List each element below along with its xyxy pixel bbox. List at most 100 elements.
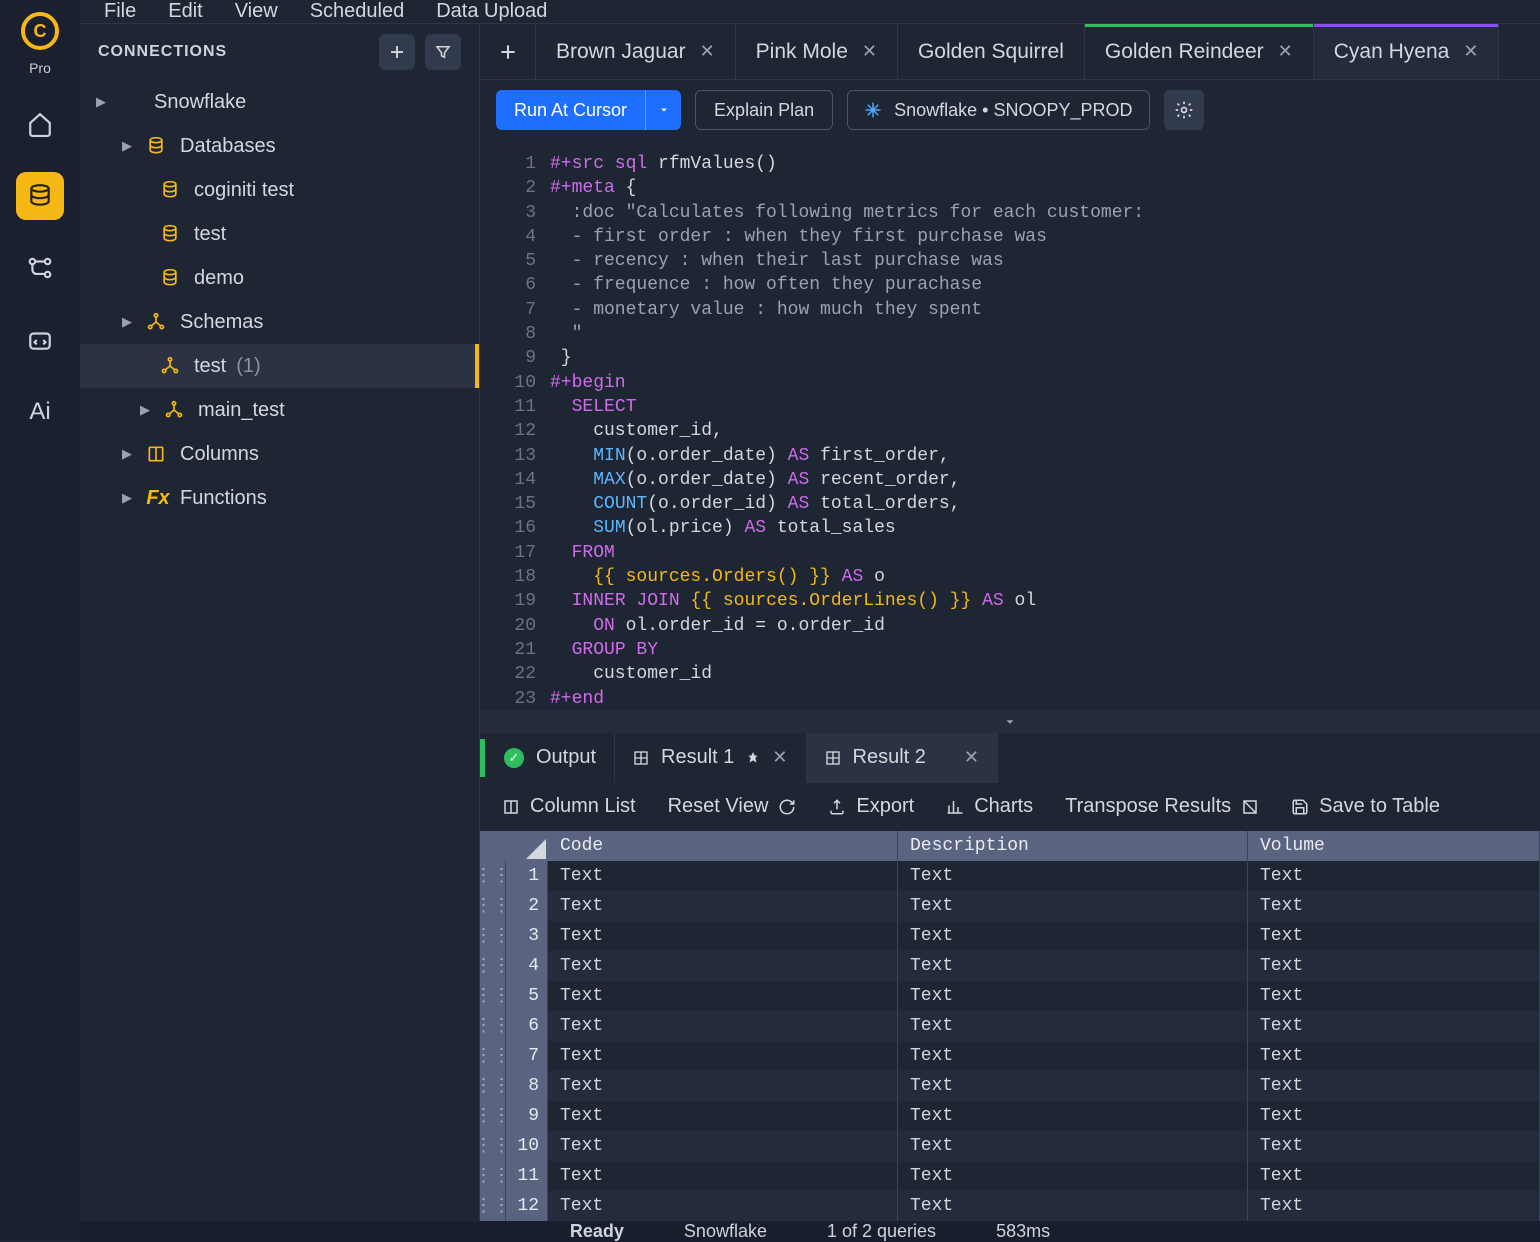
cell[interactable]: Text [898, 921, 1248, 951]
column-header[interactable]: Description [898, 831, 1248, 861]
editor-tab[interactable]: Pink Mole✕ [736, 24, 898, 79]
close-icon[interactable]: ✕ [1463, 41, 1478, 62]
cell[interactable]: Text [548, 1071, 898, 1101]
table-row[interactable]: ⋮⋮4TextTextText [480, 951, 1540, 981]
drag-handle-icon[interactable]: ⋮⋮ [480, 1071, 506, 1101]
drag-handle-icon[interactable]: ⋮⋮ [480, 891, 506, 921]
cell[interactable]: Text [1248, 981, 1540, 1011]
drag-handle-icon[interactable]: ⋮⋮ [480, 1131, 506, 1161]
tree-db-demo[interactable]: demo [80, 256, 479, 300]
cell[interactable]: Text [898, 1071, 1248, 1101]
tree-schemas[interactable]: ▶ Schemas [80, 300, 479, 344]
cell[interactable]: Text [898, 1161, 1248, 1191]
rail-database[interactable] [16, 172, 64, 220]
cell[interactable]: Text [1248, 1161, 1540, 1191]
cell[interactable]: Text [1248, 921, 1540, 951]
drag-handle-icon[interactable]: ⋮⋮ [480, 981, 506, 1011]
tree-schema-maintest[interactable]: ▶ main_test [80, 388, 479, 432]
run-dropdown[interactable] [645, 90, 681, 130]
code-area[interactable]: #+src sql rfmValues()#+meta { :doc "Calc… [550, 152, 1540, 711]
explain-plan-button[interactable]: Explain Plan [695, 90, 833, 130]
rail-home[interactable] [16, 100, 64, 148]
code-editor[interactable]: 1234567891011121314151617181920212223 #+… [480, 140, 1540, 711]
menu-scheduled[interactable]: Scheduled [310, 0, 405, 23]
filter-button[interactable] [425, 34, 461, 70]
drag-handle-icon[interactable]: ⋮⋮ [480, 1011, 506, 1041]
column-header[interactable]: Volume [1248, 831, 1540, 861]
editor-tab[interactable]: Golden Reindeer✕ [1085, 24, 1314, 79]
drag-handle-icon[interactable]: ⋮⋮ [480, 1161, 506, 1191]
rail-snippets[interactable] [16, 316, 64, 364]
table-row[interactable]: ⋮⋮7TextTextText [480, 1041, 1540, 1071]
cell[interactable]: Text [548, 1101, 898, 1131]
cell[interactable]: Text [1248, 951, 1540, 981]
add-connection-button[interactable] [379, 34, 415, 70]
cell[interactable]: Text [1248, 1101, 1540, 1131]
cell[interactable]: Text [898, 891, 1248, 921]
cell[interactable]: Text [548, 1131, 898, 1161]
result-tab-output[interactable]: ✓ Output [480, 733, 615, 783]
table-row[interactable]: ⋮⋮3TextTextText [480, 921, 1540, 951]
cell[interactable]: Text [548, 951, 898, 981]
cell[interactable]: Text [548, 891, 898, 921]
cell[interactable]: Text [898, 981, 1248, 1011]
result-tab-2[interactable]: Result 2 ✕ [807, 733, 998, 783]
pin-icon[interactable] [938, 751, 952, 765]
cell[interactable]: Text [1248, 1131, 1540, 1161]
rail-pipeline[interactable] [16, 244, 64, 292]
drag-handle-icon[interactable]: ⋮⋮ [480, 921, 506, 951]
cell[interactable]: Text [898, 1101, 1248, 1131]
cell[interactable]: Text [1248, 891, 1540, 921]
cell[interactable]: Text [548, 981, 898, 1011]
column-header[interactable]: Code [548, 831, 898, 861]
result-tab-1[interactable]: Result 1 ✕ [615, 733, 806, 783]
pin-icon[interactable] [746, 751, 760, 765]
charts-button[interactable]: Charts [946, 795, 1033, 818]
pane-divider[interactable] [480, 711, 1540, 733]
cell[interactable]: Text [898, 1011, 1248, 1041]
editor-tab[interactable]: Golden Squirrel [898, 24, 1085, 79]
tree-columns[interactable]: ▶ Columns [80, 432, 479, 476]
cell[interactable]: Text [548, 1161, 898, 1191]
table-row[interactable]: ⋮⋮10TextTextText [480, 1131, 1540, 1161]
tree-db-coginiti[interactable]: coginiti test [80, 168, 479, 212]
tree-schema-test[interactable]: test (1) [80, 344, 479, 388]
cell[interactable]: Text [1248, 1191, 1540, 1221]
tree-db-test[interactable]: test [80, 212, 479, 256]
table-row[interactable]: ⋮⋮6TextTextText [480, 1011, 1540, 1041]
drag-handle-icon[interactable]: ⋮⋮ [480, 951, 506, 981]
run-button[interactable]: Run At Cursor [496, 90, 681, 130]
close-icon[interactable]: ✕ [964, 747, 979, 768]
cell[interactable]: Text [898, 1041, 1248, 1071]
table-row[interactable]: ⋮⋮5TextTextText [480, 981, 1540, 1011]
column-list-button[interactable]: Column List [502, 795, 636, 818]
table-row[interactable]: ⋮⋮8TextTextText [480, 1071, 1540, 1101]
editor-tab[interactable]: Cyan Hyena✕ [1314, 24, 1500, 79]
cell[interactable]: Text [898, 1191, 1248, 1221]
menu-dataupload[interactable]: Data Upload [436, 0, 547, 23]
result-grid[interactable]: CodeDescriptionVolume⋮⋮1TextTextText⋮⋮2T… [480, 831, 1540, 1221]
cell[interactable]: Text [1248, 861, 1540, 891]
close-icon[interactable]: ✕ [862, 41, 877, 62]
menu-edit[interactable]: Edit [168, 0, 202, 23]
cell[interactable]: Text [548, 1041, 898, 1071]
cell[interactable]: Text [898, 1131, 1248, 1161]
table-row[interactable]: ⋮⋮1TextTextText [480, 861, 1540, 891]
close-icon[interactable]: ✕ [772, 747, 787, 768]
drag-handle-icon[interactable]: ⋮⋮ [480, 1191, 506, 1221]
drag-handle-icon[interactable]: ⋮⋮ [480, 861, 506, 891]
tree-functions[interactable]: ▶ Fx Functions [80, 476, 479, 520]
save-table-button[interactable]: Save to Table [1291, 795, 1440, 818]
new-tab-button[interactable] [480, 24, 536, 79]
drag-handle-icon[interactable]: ⋮⋮ [480, 1041, 506, 1071]
menu-view[interactable]: View [235, 0, 278, 23]
reset-view-button[interactable]: Reset View [668, 795, 797, 818]
close-icon[interactable]: ✕ [1278, 41, 1293, 62]
cell[interactable]: Text [548, 1011, 898, 1041]
cell[interactable]: Text [548, 1191, 898, 1221]
cell[interactable]: Text [898, 951, 1248, 981]
table-row[interactable]: ⋮⋮11TextTextText [480, 1161, 1540, 1191]
menu-file[interactable]: File [104, 0, 136, 23]
cell[interactable]: Text [1248, 1041, 1540, 1071]
editor-tab[interactable]: Brown Jaguar✕ [536, 24, 736, 79]
